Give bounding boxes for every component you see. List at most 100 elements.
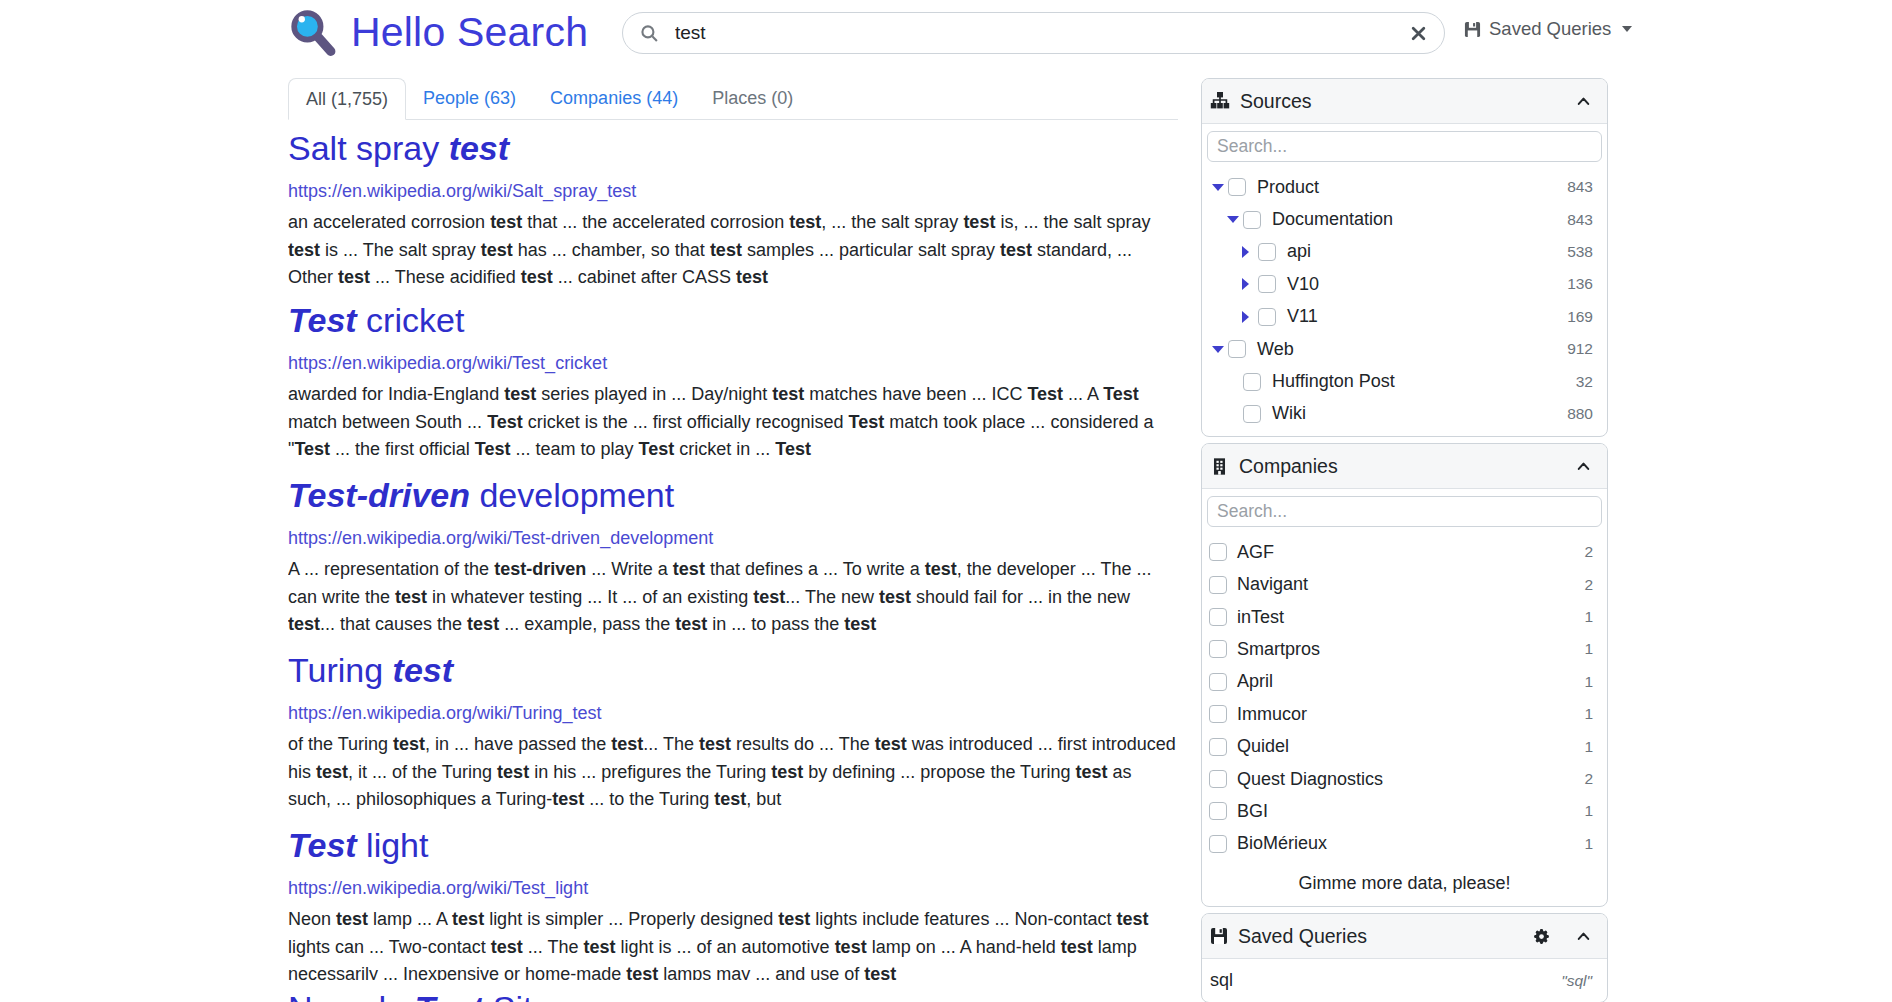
source-label: Web: [1257, 339, 1294, 360]
source-tree-row: Documentation 843: [1227, 203, 1593, 235]
tree-caret-icon[interactable]: [1227, 216, 1243, 223]
company-label: Quidel: [1237, 736, 1289, 757]
sources-panel-title: Sources: [1240, 90, 1312, 113]
company-label: inTest: [1237, 607, 1284, 628]
saved-queries-dropdown[interactable]: Saved Queries: [1464, 18, 1632, 40]
company-row: Smartpros 1: [1209, 633, 1593, 665]
search-result: Salt spray test https://en.wikipedia.org…: [288, 120, 1178, 292]
result-title-link[interactable]: Nevada Test Site: [288, 988, 1178, 1002]
sources-panel-header[interactable]: Sources: [1202, 79, 1607, 124]
checkbox[interactable]: [1209, 640, 1227, 658]
company-label: April: [1237, 671, 1273, 692]
tree-caret-icon[interactable]: [1242, 246, 1258, 258]
gear-icon[interactable]: [1532, 927, 1551, 946]
result-url-link[interactable]: https://en.wikipedia.org/wiki/Turing_tes…: [288, 702, 1178, 724]
app-logo-magnifier-icon: [287, 6, 340, 59]
saved-query-row[interactable]: sql "sql": [1202, 959, 1607, 1002]
company-row: BioMérieux 1: [1209, 828, 1593, 860]
source-tree-row: Wiki 880: [1227, 398, 1593, 430]
search-bar[interactable]: [622, 12, 1445, 54]
sources-search-input[interactable]: [1207, 131, 1602, 162]
sitemap-icon: [1210, 91, 1230, 111]
source-label: Huffington Post: [1272, 371, 1395, 392]
chevron-up-icon[interactable]: [1575, 93, 1592, 110]
result-snippet: of the Turing test, in ... have passed t…: [288, 731, 1178, 814]
clear-search-icon[interactable]: [1410, 25, 1427, 42]
companies-panel-title: Companies: [1239, 455, 1338, 478]
result-title-link[interactable]: Salt spray test: [288, 128, 1178, 169]
result-title-link[interactable]: Test cricket: [288, 300, 1178, 341]
chevron-up-icon[interactable]: [1575, 458, 1592, 475]
result-snippet: A ... representation of the test-driven …: [288, 556, 1178, 639]
company-row: Navigant 2: [1209, 569, 1593, 601]
result-title-link[interactable]: Turing test: [288, 650, 1178, 691]
search-input[interactable]: [673, 21, 1410, 45]
company-row: Quidel 1: [1209, 730, 1593, 762]
checkbox[interactable]: [1209, 738, 1227, 756]
source-label: V11: [1287, 306, 1318, 327]
saved-queries-panel-header[interactable]: Saved Queries: [1202, 914, 1607, 959]
checkbox[interactable]: [1209, 576, 1227, 594]
company-count: 2: [1584, 576, 1593, 594]
checkbox[interactable]: [1209, 802, 1227, 820]
checkbox[interactable]: [1243, 211, 1261, 229]
result-title-link[interactable]: Test-driven development: [288, 475, 1178, 516]
company-row: inTest 1: [1209, 601, 1593, 633]
checkbox[interactable]: [1258, 243, 1276, 261]
source-count: 843: [1567, 211, 1593, 229]
saved-query-text: "sql": [1561, 972, 1592, 990]
load-more-companies[interactable]: Gimme more data, please!: [1202, 866, 1607, 906]
checkbox[interactable]: [1209, 673, 1227, 691]
company-count: 1: [1584, 738, 1593, 756]
tab-companies[interactable]: Companies (44): [533, 78, 695, 119]
company-count: 1: [1584, 608, 1593, 626]
tree-caret-icon[interactable]: [1212, 184, 1228, 191]
company-label: Smartpros: [1237, 639, 1320, 660]
chevron-up-icon[interactable]: [1575, 928, 1592, 945]
checkbox[interactable]: [1228, 178, 1246, 196]
result-title-link[interactable]: Test light: [288, 825, 1178, 866]
tree-caret-icon[interactable]: [1212, 346, 1228, 353]
companies-search-input[interactable]: [1207, 496, 1602, 527]
result-url-link[interactable]: https://en.wikipedia.org/wiki/Salt_spray…: [288, 180, 1178, 202]
tab-people[interactable]: People (63): [406, 78, 533, 119]
chevron-down-icon: [1622, 26, 1632, 32]
checkbox[interactable]: [1258, 308, 1276, 326]
result-url-link[interactable]: https://en.wikipedia.org/wiki/Test_crick…: [288, 352, 1178, 374]
tree-caret-icon[interactable]: [1242, 278, 1258, 290]
company-count: 1: [1584, 640, 1593, 658]
source-count: 880: [1567, 405, 1593, 423]
result-url-link[interactable]: https://en.wikipedia.org/wiki/Test-drive…: [288, 527, 1178, 549]
checkbox[interactable]: [1243, 405, 1261, 423]
result-url-link[interactable]: https://en.wikipedia.org/wiki/Test_light: [288, 877, 1178, 899]
checkbox[interactable]: [1209, 608, 1227, 626]
source-count: 32: [1576, 373, 1593, 391]
search-result: Test-driven development https://en.wikip…: [288, 467, 1178, 642]
result-snippet: awarded for India-England test series pl…: [288, 381, 1178, 464]
page-title: Hello Search: [351, 9, 588, 56]
save-icon: [1464, 21, 1481, 38]
result-tabs: All (1,755)People (63)Companies (44)Plac…: [288, 78, 1178, 120]
tree-caret-icon[interactable]: [1242, 311, 1258, 323]
sidebar: Sources Product 843 Documentation 843 ap…: [1201, 78, 1608, 1002]
tab-all[interactable]: All (1,755): [288, 78, 406, 120]
search-icon: [640, 24, 659, 43]
brand: Hello Search: [287, 6, 588, 59]
company-label: Immucor: [1237, 704, 1307, 725]
checkbox[interactable]: [1258, 275, 1276, 293]
search-results: Salt spray test https://en.wikipedia.org…: [288, 120, 1178, 1002]
companies-panel-header[interactable]: Companies: [1202, 444, 1607, 489]
source-count: 912: [1567, 340, 1593, 358]
source-label: V10: [1287, 274, 1319, 295]
tab-places[interactable]: Places (0): [695, 78, 810, 119]
checkbox[interactable]: [1209, 705, 1227, 723]
checkbox[interactable]: [1228, 340, 1246, 358]
checkbox[interactable]: [1209, 835, 1227, 853]
saved-queries-dropdown-label: Saved Queries: [1489, 18, 1611, 40]
checkbox[interactable]: [1209, 770, 1227, 788]
checkbox[interactable]: [1243, 373, 1261, 391]
source-label: Wiki: [1272, 403, 1306, 424]
checkbox[interactable]: [1209, 543, 1227, 561]
company-label: Quest Diagnostics: [1237, 769, 1383, 790]
saved-queries-panel: Saved Queries sql "sql": [1201, 913, 1608, 1002]
